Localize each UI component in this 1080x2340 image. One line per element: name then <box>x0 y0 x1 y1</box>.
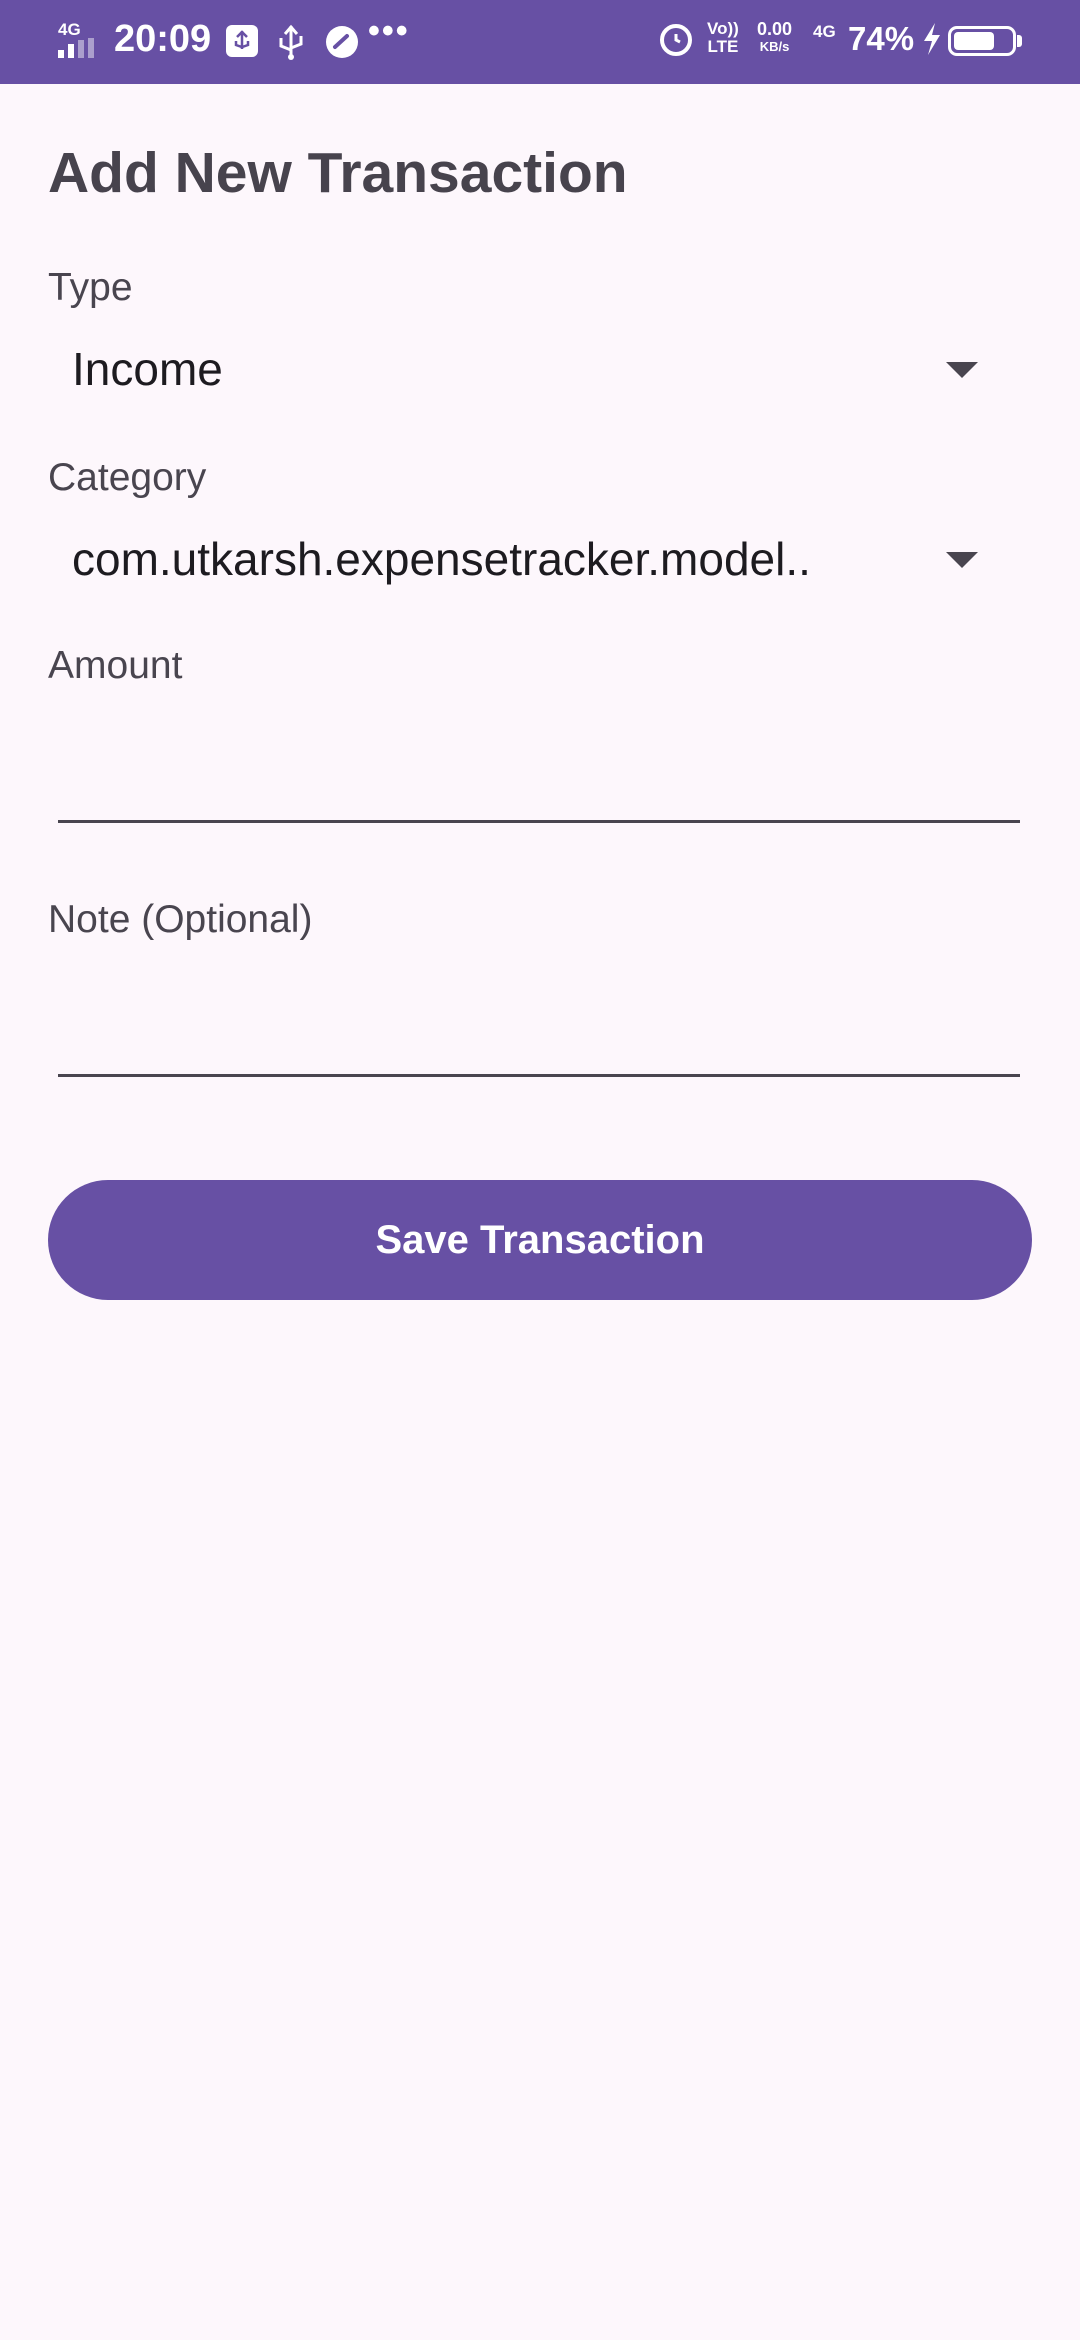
volte-indicator: Vo)) LTE <box>707 19 739 56</box>
type-selected-value: Income <box>72 343 223 395</box>
note-field[interactable] <box>58 994 1024 1077</box>
clock: 20:09 <box>114 18 212 60</box>
note-input[interactable] <box>58 994 1024 1076</box>
battery-tip <box>1017 35 1022 47</box>
network-speed: 0.00 KB/s <box>757 19 793 54</box>
amount-label: Amount <box>48 644 183 687</box>
page-title: Add New Transaction <box>48 141 628 205</box>
category-dropdown[interactable]: com.utkarsh.expensetracker.model.. <box>48 518 1000 598</box>
amount-field[interactable] <box>58 740 1024 823</box>
type-label: Type <box>48 266 133 309</box>
amount-input[interactable] <box>58 740 1024 822</box>
network-type: 4G <box>813 22 836 41</box>
dropdown-arrow-icon <box>946 552 978 568</box>
status-bar: 4G 20:09 ••• Vo)) LTE 0.00 KB/s 4G 74% <box>0 0 1080 84</box>
battery-percent: 74% <box>848 20 915 57</box>
alarm-icon <box>660 24 692 56</box>
signal-icon <box>58 38 94 58</box>
network-label: 4G <box>58 20 81 39</box>
usb-icon <box>276 24 306 65</box>
charging-icon <box>922 22 942 64</box>
note-label: Note (Optional) <box>48 898 313 941</box>
usb-settings-icon <box>226 25 258 57</box>
more-notifications-icon: ••• <box>368 12 410 50</box>
save-transaction-button[interactable]: Save Transaction <box>48 1180 1032 1300</box>
speed-meter-icon <box>325 25 359 64</box>
battery-level-fill <box>954 32 995 50</box>
category-selected-value: com.utkarsh.expensetracker.model.. <box>72 533 811 585</box>
category-label: Category <box>48 456 207 499</box>
battery-icon <box>948 26 1016 56</box>
dropdown-arrow-icon <box>946 362 978 378</box>
type-dropdown[interactable]: Income <box>48 328 1000 408</box>
